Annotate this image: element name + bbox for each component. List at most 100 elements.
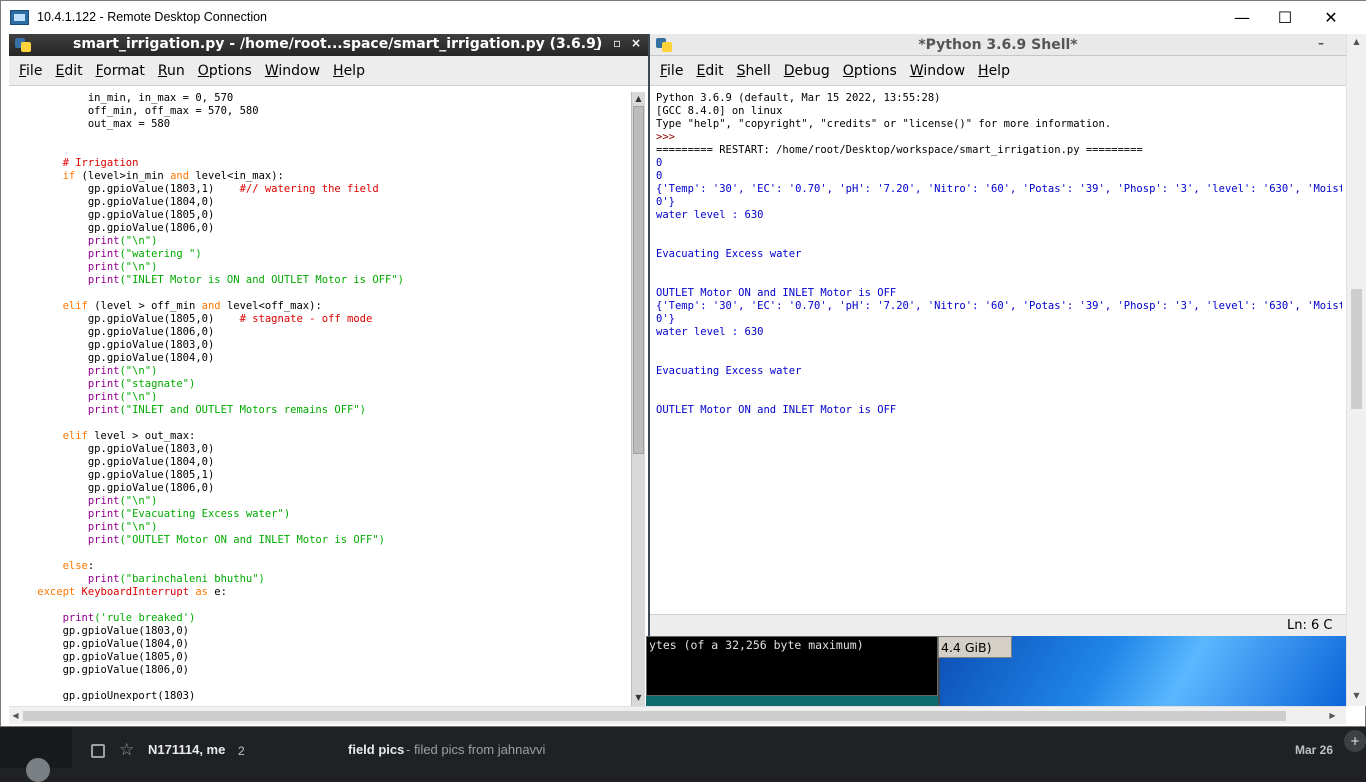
code-token: ("Evacuating Excess water") [119,508,291,520]
shell-output-text[interactable]: Python 3.6.9 (default, Mar 15 2022, 13:5… [656,92,1342,614]
shell-title-bar[interactable]: *Python 3.6.9 Shell* – [650,34,1346,56]
shell-output-line: Evacuating Excess water [656,248,802,260]
scroll-right-icon[interactable]: ▶ [1327,710,1338,721]
editor-title-bar[interactable]: smart_irrigation.py - /home/root...space… [9,34,648,56]
code-line: gp.gpioValue(1805,0) [12,651,629,664]
plus-icon[interactable]: + [1344,730,1366,752]
rdp-horizontal-scrollbar[interactable]: ◀ ▶ [9,706,1346,724]
code-token: gp.gpioValue(1803,1) [12,183,240,195]
menu-debug[interactable]: Debug [784,63,830,79]
code-token: level > out_max: [94,430,196,442]
star-icon[interactable]: ☆ [119,740,134,760]
code-token: print [87,378,120,390]
shell-status-bar: Ln: 6 C [650,614,1346,636]
menu-window[interactable]: Window [265,63,320,79]
scroll-down-icon[interactable]: ▼ [633,692,644,703]
code-line: print("Evacuating Excess water") [12,508,629,521]
code-token: ("OUTLET Motor ON and INLET Motor is OFF… [119,534,385,546]
code-token: (level>in_min [81,170,171,182]
code-line: off_min, off_max = 570, 580 [12,105,629,118]
code-token: # stagnate - off mode [239,313,373,325]
code-line: gp.gpioValue(1804,0) [12,456,629,469]
code-line: print("\n") [12,391,629,404]
close-button[interactable]: ✕ [1308,1,1354,34]
code-line: gp.gpioValue(1803,0) [12,625,629,638]
code-token: print [87,248,120,260]
menu-format[interactable]: Format [96,63,145,79]
code-token: gp.gpioValue(1806,0) [12,326,215,338]
editor-scroll-thumb[interactable] [633,106,644,454]
menu-run[interactable]: Run [158,63,185,79]
shell-menu-bar: File Edit Shell Debug Options Window Hel… [650,56,1346,86]
code-token: except [12,586,82,598]
code-token: ("\n") [119,235,158,247]
editor-menu-bar: File Edit Format Run Options Window Help [9,56,648,86]
code-line: except KeyboardInterrupt as e: [12,586,629,599]
cursor-position: Ln: 6 C [1287,618,1333,633]
menu-edit[interactable]: Edit [696,63,723,79]
code-token: print [87,521,120,533]
menu-help[interactable]: Help [978,63,1010,79]
code-token: print [87,365,120,377]
code-line: gp.gpioValue(1804,0) [12,352,629,365]
rdp-vertical-scroll-thumb[interactable] [1351,289,1362,409]
code-token: if [12,170,82,182]
scroll-down-icon[interactable]: ▼ [1351,690,1362,701]
avatar[interactable] [26,758,50,782]
dialog-fragment: 4.4 GiB) [938,636,1012,658]
code-token: ("\n") [119,391,158,403]
code-token: print [87,404,120,416]
code-token: print [87,573,120,585]
menu-help[interactable]: Help [333,63,365,79]
code-editor-text[interactable]: in_min, in_max = 0, 570 off_min, off_max… [12,92,629,706]
code-line: print("INLET Motor is ON and OUTLET Moto… [12,274,629,287]
shell-output-line: water level : 630 [656,326,764,338]
shell-minimize-button[interactable]: – [1318,36,1324,50]
code-token: print [87,495,120,507]
rdp-vertical-scrollbar[interactable]: ▲ ▼ [1346,34,1366,706]
menu-edit[interactable]: Edit [55,63,82,79]
menu-shell[interactable]: Shell [737,63,771,79]
maximize-button[interactable]: ☐ [1262,1,1308,34]
minimize-button[interactable]: — [1219,1,1265,34]
code-token: gp.gpioValue(1804,0) [12,456,215,468]
code-token: ("\n") [119,495,158,507]
code-token: gp.gpioUnexport(1803) [12,690,196,702]
code-line: elif (level > off_min and level<off_max)… [12,300,629,313]
code-line: gp.gpioValue(1806,0) [12,222,629,235]
editor-minimize-button[interactable]: _ [594,36,600,50]
code-token: and [201,300,221,312]
email-select-checkbox[interactable] [91,744,105,758]
scroll-left-icon[interactable]: ◀ [10,710,21,721]
code-line: print("\n") [12,261,629,274]
menu-file[interactable]: File [660,63,683,79]
code-token: gp.gpioValue(1805,1) [12,469,215,481]
code-token: ("\n") [119,521,158,533]
code-token: # Irrigation [12,157,139,169]
rdp-horizontal-scroll-thumb[interactable] [23,711,1286,721]
editor-vertical-scrollbar[interactable]: ▲ ▼ [631,92,645,706]
code-token: gp.gpioValue(1805,0) [12,313,240,325]
menu-window[interactable]: Window [910,63,965,79]
editor-close-button[interactable]: × [631,36,641,50]
email-date: Mar 26 [1295,743,1334,757]
menu-options[interactable]: Options [198,63,252,79]
code-line: gp.gpioValue(1803,0) [12,443,629,456]
shell-output-line [656,391,1342,404]
code-line: gp.gpioValue(1805,0) # stagnate - off mo… [12,313,629,326]
menu-options[interactable]: Options [843,63,897,79]
code-token: ("INLET Motor is ON and OUTLET Motor is … [119,274,404,286]
code-token: gp.gpioValue(1804,0) [12,352,215,364]
rdp-title-bar[interactable]: 10.4.1.122 - Remote Desktop Connection —… [1,1,1366,34]
menu-file[interactable]: File [19,63,42,79]
scroll-up-icon[interactable]: ▲ [1351,36,1362,47]
scroll-up-icon[interactable]: ▲ [633,93,644,104]
code-token: in_min, in_max = 0, 570 [12,92,234,104]
shell-output-line [656,339,1342,352]
editor-maximize-button[interactable]: ▫ [613,36,621,50]
